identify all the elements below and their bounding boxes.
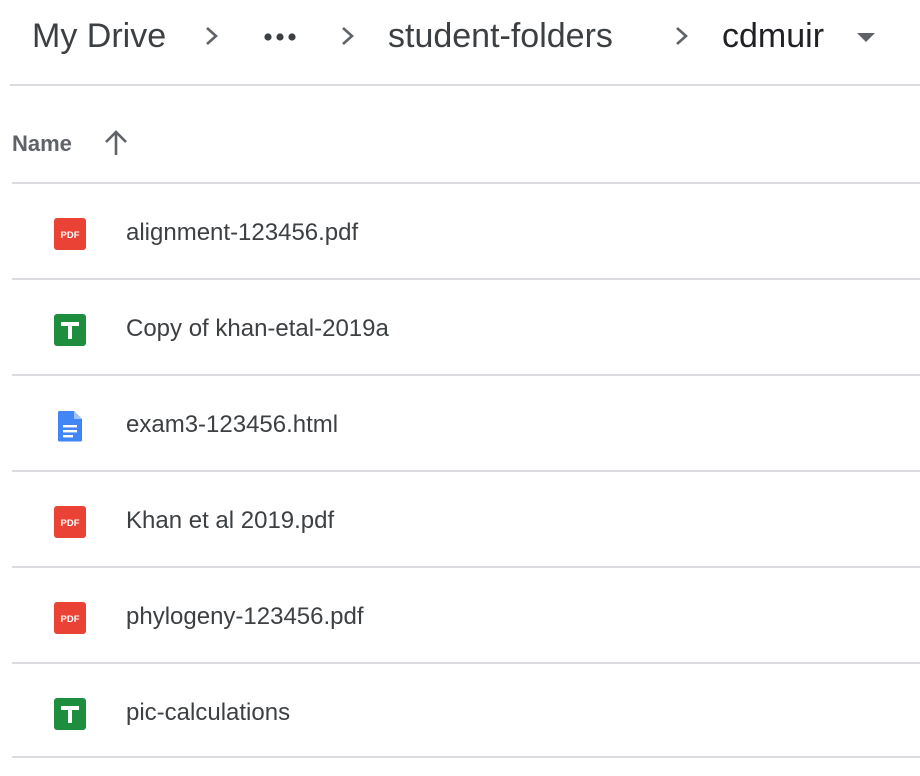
sort-ascending-arrow-icon[interactable] [102,128,130,158]
file-row[interactable]: PDF Khan et al 2019.pdf [12,470,920,566]
pdf-icon: PDF [54,506,86,538]
column-header-name[interactable]: Name [12,130,72,158]
file-name: alignment-123456.pdf [126,219,359,246]
file-name: Khan et al 2019.pdf [126,507,335,534]
chevron-right-icon [676,27,688,45]
file-list: PDF alignment-123456.pdf Copy of khan-et… [0,182,920,758]
file-row[interactable]: exam3-123456.html [12,374,920,470]
breadcrumb-student-folders[interactable]: student-folders [388,14,613,58]
column-header-row: Name [0,86,920,182]
breadcrumb-current-folder[interactable]: cdmuir [722,14,824,58]
breadcrumb-my-drive[interactable]: My Drive [32,14,166,58]
more-folders-icon[interactable] [262,26,298,48]
file-row[interactable]: Copy of khan-etal-2019a [12,278,920,374]
file-name: Copy of khan-etal-2019a [126,315,389,342]
file-row[interactable]: PDF alignment-123456.pdf [12,182,920,278]
svg-text:PDF: PDF [61,230,80,241]
file-row[interactable]: PDF phylogeny-123456.pdf [12,566,920,662]
chevron-right-icon [206,27,218,45]
file-name: exam3-123456.html [126,411,339,438]
svg-text:PDF: PDF [61,518,80,529]
svg-text:PDF: PDF [61,614,80,625]
pdf-icon: PDF [54,602,86,634]
sheets-icon [54,314,86,346]
file-row[interactable]: pic-calculations [12,662,920,758]
file-name: phylogeny-123456.pdf [126,603,364,630]
sheets-icon [54,698,86,730]
docs-icon [57,411,82,442]
chevron-right-icon [342,27,354,45]
breadcrumb: My Drive student-folders cdmuir [0,0,920,84]
pdf-icon: PDF [54,218,86,250]
caret-down-icon[interactable] [856,30,876,44]
file-name: pic-calculations [126,699,291,726]
